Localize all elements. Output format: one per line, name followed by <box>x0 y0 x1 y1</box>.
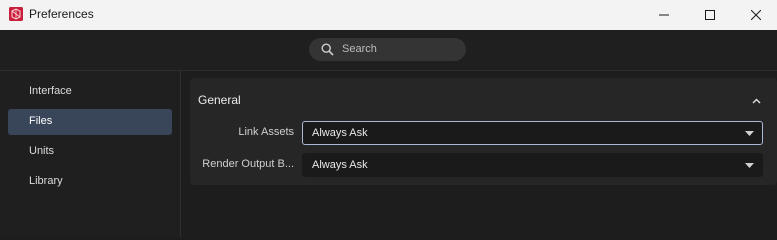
link-assets-label: Link Assets <box>238 126 294 138</box>
sidebar-item-label: Interface <box>29 85 72 97</box>
close-icon <box>751 10 761 20</box>
caret-down-icon <box>745 163 754 168</box>
app-logo-icon <box>9 7 23 21</box>
sidebar-item-label: Units <box>29 145 55 157</box>
render-output-dropdown[interactable]: Always Ask <box>302 153 763 177</box>
sidebar-item-label: Library <box>29 175 63 187</box>
sidebar-item-label: Files <box>29 115 53 127</box>
maximize-button[interactable] <box>687 0 733 30</box>
link-assets-dropdown[interactable]: Always Ask <box>302 121 763 145</box>
main-content: General Link Assets Always Ask Render Ou… <box>182 71 777 237</box>
sidebar-item-interface[interactable]: Interface <box>8 79 172 105</box>
window-title: Preferences <box>29 7 94 21</box>
section-title: General <box>198 93 241 107</box>
render-output-value: Always Ask <box>312 159 368 171</box>
caret-down-icon <box>745 131 754 136</box>
minimize-button[interactable] <box>641 0 687 30</box>
link-assets-value: Always Ask <box>312 127 368 139</box>
maximize-icon <box>705 10 715 20</box>
sidebar-item-files[interactable]: Files <box>8 109 172 135</box>
render-output-label: Render Output B... <box>202 158 294 170</box>
sidebar-item-library[interactable]: Library <box>8 169 172 195</box>
search-strip: Search <box>0 30 777 71</box>
search-input[interactable]: Search <box>309 38 466 61</box>
title-bar: Preferences <box>0 0 777 30</box>
search-placeholder: Search <box>342 43 377 55</box>
sidebar: Interface Files Units Library <box>0 71 181 237</box>
chevron-up-icon[interactable] <box>752 98 761 104</box>
general-section: General Link Assets Always Ask Render Ou… <box>190 78 777 185</box>
search-icon <box>321 43 334 56</box>
minimize-icon <box>659 14 669 16</box>
close-button[interactable] <box>733 0 777 30</box>
sidebar-item-units[interactable]: Units <box>8 139 172 165</box>
